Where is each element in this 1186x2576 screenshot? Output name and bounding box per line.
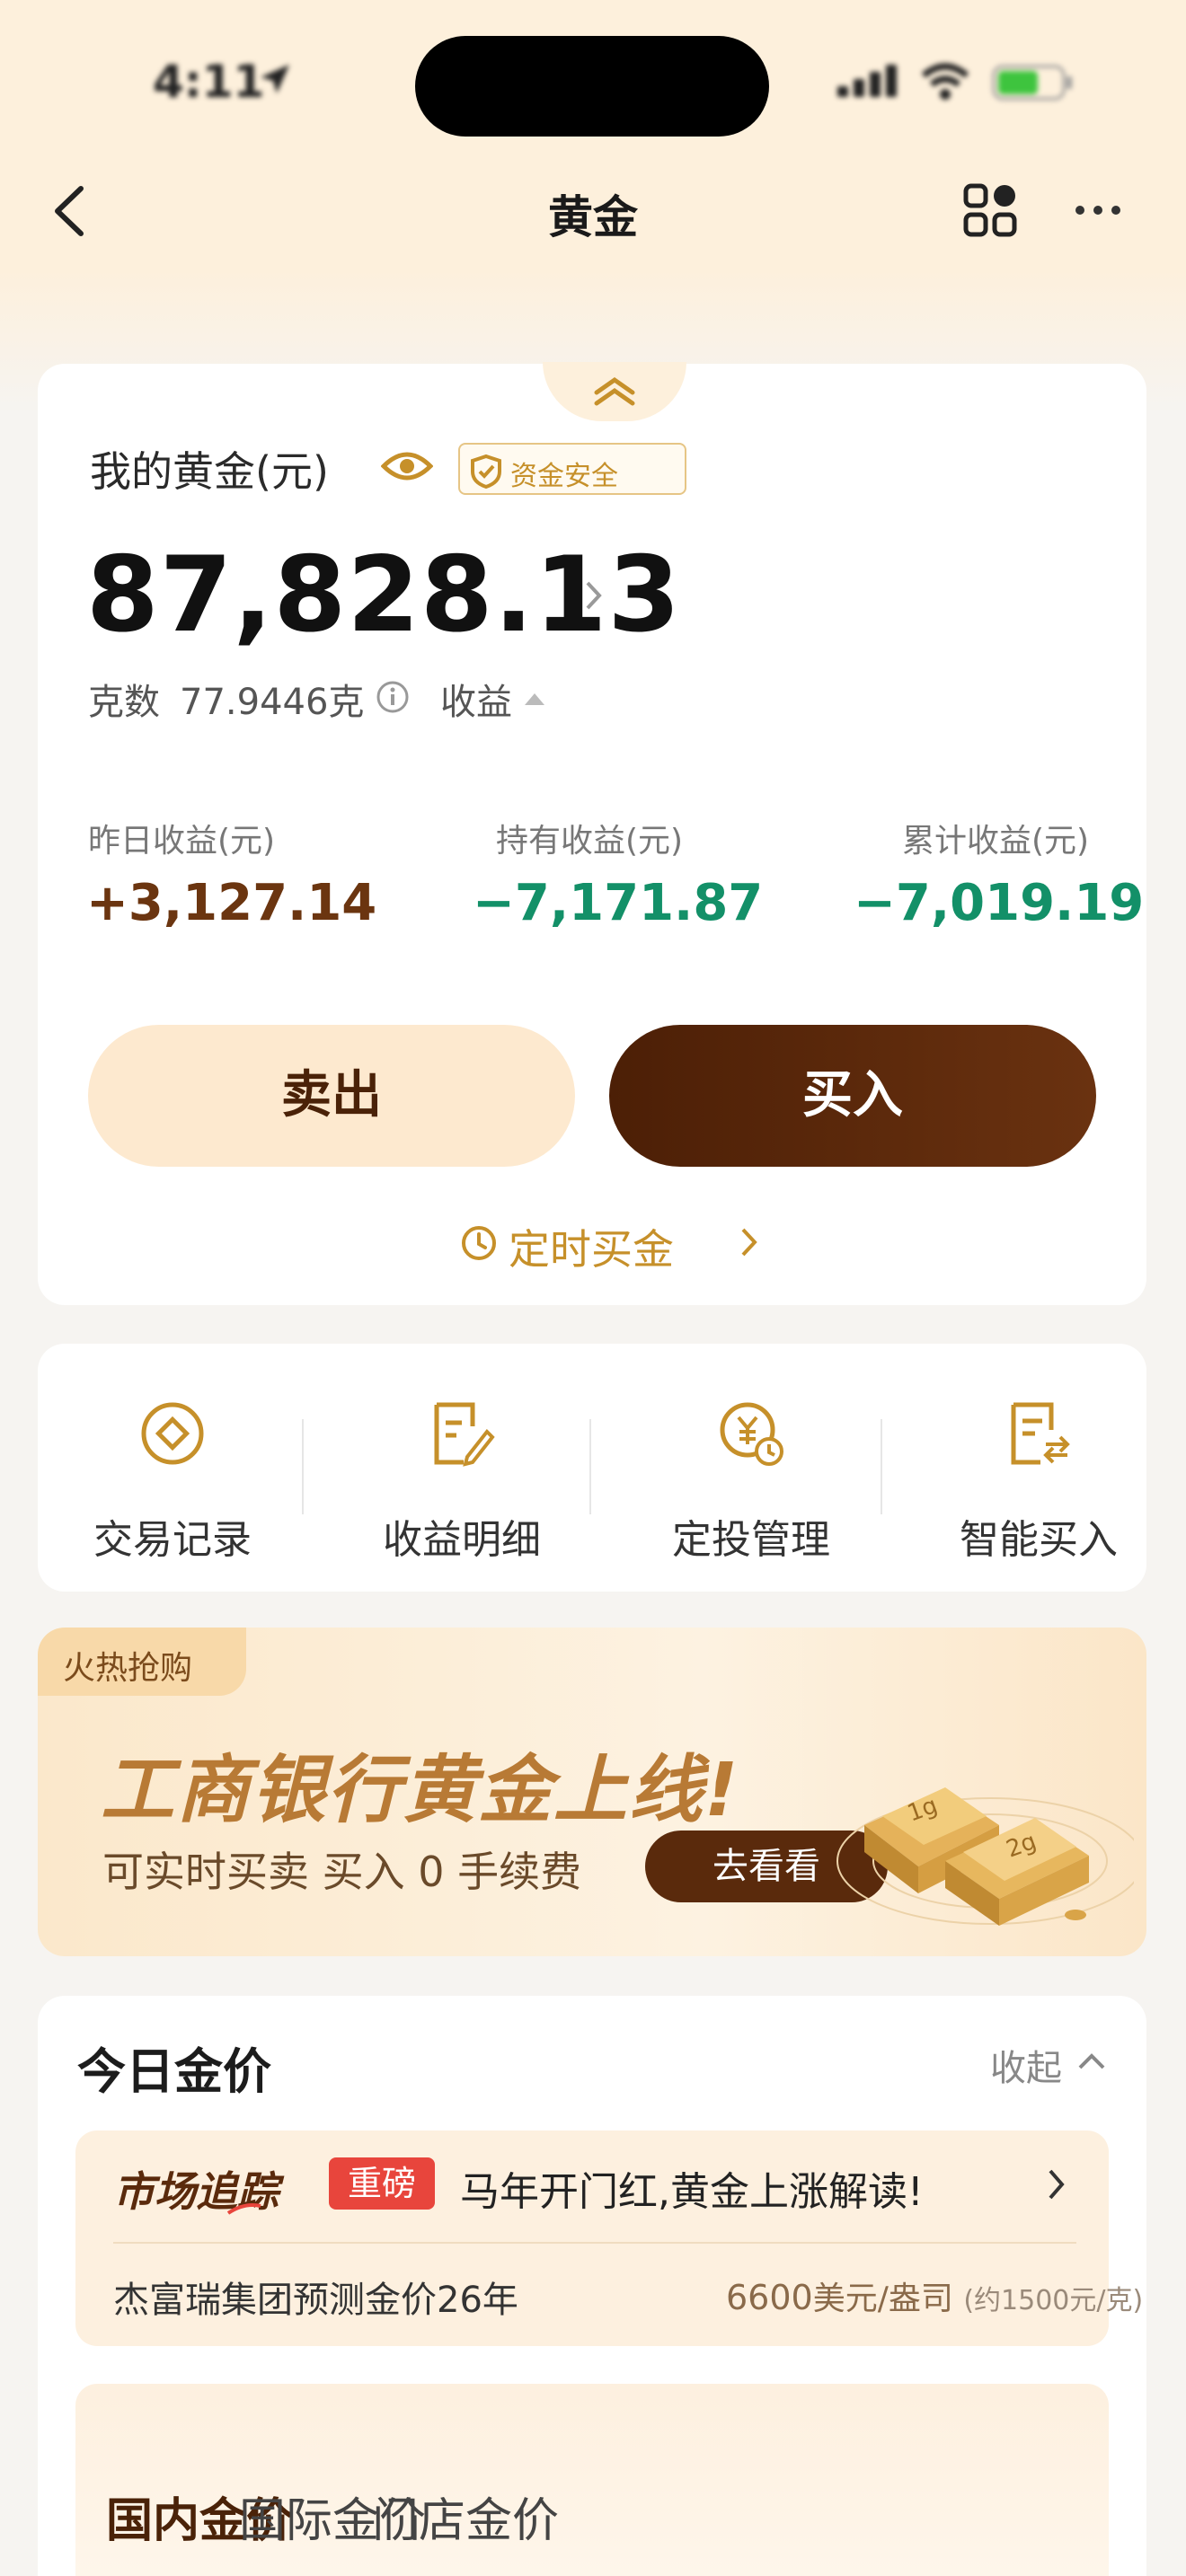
mini-app-icon[interactable]	[963, 183, 1017, 237]
my-gold-label: 我的黄金(元)	[90, 447, 329, 496]
gold-bars-icon: 1g 2g	[836, 1787, 1134, 1926]
info-icon[interactable]	[376, 680, 410, 714]
more-icon[interactable]	[1071, 185, 1125, 239]
eye-icon[interactable]	[381, 448, 433, 484]
stat-value-holding: −7,171.87	[473, 874, 764, 932]
divider	[589, 1419, 591, 1514]
shield-check-icon	[471, 454, 501, 490]
price-tabs: 国内金价 国际金价 门店金价	[75, 2384, 1109, 2576]
function-label: 智能买入	[960, 1517, 1118, 1563]
transaction-record-icon	[141, 1402, 204, 1465]
chevron-up-icon	[1078, 2053, 1105, 2069]
scheduled-buy-label: 定时买金	[509, 1225, 674, 1274]
buy-button[interactable]: 买入	[609, 1025, 1096, 1167]
stat-value-cumulative: −7,019.19	[854, 874, 1145, 932]
function-transaction-record[interactable]: 交易记录	[38, 1344, 307, 1592]
forecast-text: 杰富瑞集团预测金价26年	[113, 2280, 518, 2321]
forecast-unit: 美元/盎司	[812, 2280, 953, 2317]
gold-price-title: 今日金价	[77, 2043, 271, 2100]
function-label: 收益明细	[383, 1517, 541, 1563]
chevron-right-icon[interactable]	[1046, 2166, 1067, 2202]
triangle-up-icon	[525, 693, 544, 705]
stat-label-holding: 持有收益(元)	[496, 823, 684, 860]
location-arrow-icon	[261, 65, 289, 93]
tab-store-price[interactable]: 门店金价	[372, 2483, 559, 2550]
auto-invest-icon	[720, 1402, 783, 1466]
sell-button[interactable]: 卖出	[88, 1025, 575, 1167]
collapse-card-toggle[interactable]	[543, 362, 686, 421]
function-row: 交易记录 收益明细 定投管理 智能买入	[38, 1344, 1146, 1592]
function-smart-buy[interactable]: 智能买入	[904, 1344, 1173, 1592]
stat-value-yesterday: +3,127.14	[86, 874, 377, 932]
divider	[881, 1419, 882, 1514]
forecast-note: (约1500元/克)	[963, 2285, 1144, 2316]
collapse-button[interactable]: 收起	[990, 2039, 1105, 2091]
promo-banner[interactable]: 火热抢购 工商银行黄金上线! 可实时买卖 买入 0 手续费 去看看 1g 2g	[38, 1628, 1146, 1956]
banner-subtitle: 可实时买卖 买入 0 手续费	[102, 1848, 582, 1896]
swoosh-icon	[226, 2203, 261, 2215]
grams-label: 克数	[88, 682, 160, 723]
holdings-card: 我的黄金(元) 资金安全 87,828.13 克数 77.9446克 收益 昨日…	[38, 362, 1146, 1305]
smart-buy-icon	[1011, 1402, 1070, 1465]
function-label: 定投管理	[672, 1517, 830, 1563]
news-headline[interactable]: 马年开门红,黄金上涨解读!	[460, 2159, 924, 2217]
forecast-price: 6600美元/盎司 (约1500元/克)	[726, 2272, 1143, 2319]
banner-title: 工商银行黄金上线!	[101, 1748, 740, 1833]
status-time: 4:11	[153, 56, 265, 108]
forecast-value: 6600	[726, 2278, 813, 2317]
earnings-toggle[interactable]: 收益	[440, 673, 512, 725]
function-earnings-detail[interactable]: 收益明细	[327, 1344, 597, 1592]
signal-icon	[837, 65, 897, 97]
chevron-right-icon[interactable]	[584, 579, 604, 612]
banner-tag-label: 火热抢购	[63, 1650, 193, 1687]
earnings-detail-icon	[434, 1402, 495, 1467]
banner-tag: 火热抢购	[38, 1628, 246, 1696]
stat-label-yesterday: 昨日收益(元)	[88, 823, 276, 860]
dynamic-island	[415, 36, 769, 137]
divider	[113, 2242, 1076, 2244]
grams-value: 77.9446克	[180, 682, 365, 723]
fund-safety-badge[interactable]: 资金安全	[458, 443, 686, 495]
status-bar: 4:11	[0, 0, 1186, 162]
fund-safety-label: 资金安全	[510, 461, 618, 492]
double-chevron-up-icon	[594, 376, 635, 406]
function-label: 交易记录	[93, 1517, 252, 1563]
stat-label-cumulative: 累计收益(元)	[902, 823, 1090, 860]
headline-tag: 重磅	[329, 2157, 435, 2210]
divider	[302, 1419, 304, 1514]
wifi-icon	[921, 63, 969, 100]
gold-price-card: 今日金价 收起 市场追踪 重磅 马年开门红,黄金上涨解读! 杰富瑞集团预测金价2…	[38, 1996, 1146, 2576]
battery-icon	[992, 65, 1072, 101]
chevron-right-icon	[741, 1228, 757, 1257]
collapse-label: 收起	[990, 2048, 1062, 2089]
function-auto-invest[interactable]: 定投管理	[616, 1344, 886, 1592]
market-news-box[interactable]: 市场追踪 重磅 马年开门红,黄金上涨解读! 杰富瑞集团预测金价26年 6600美…	[75, 2130, 1143, 2346]
clock-icon	[462, 1226, 496, 1260]
